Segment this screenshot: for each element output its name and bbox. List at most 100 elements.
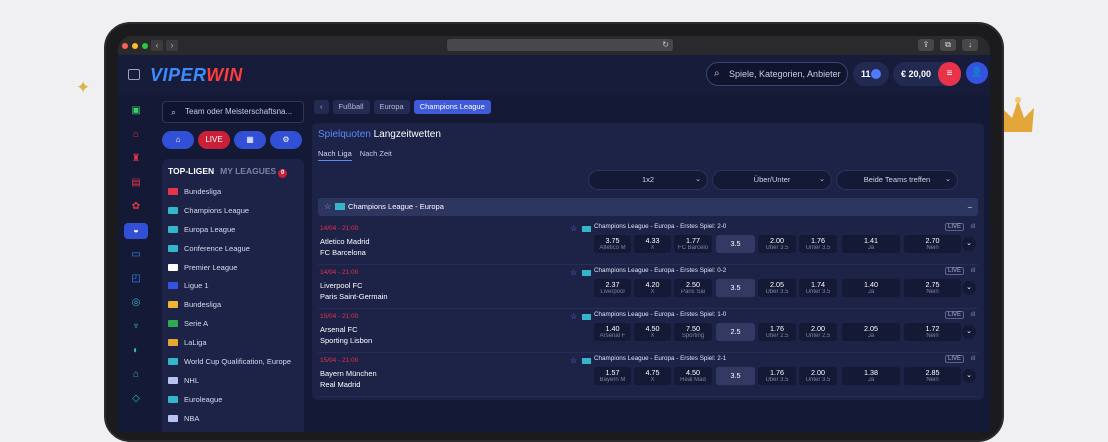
collapse-icon[interactable]: – [968,198,972,216]
sports-home-button[interactable]: ⌂ [162,131,194,149]
back-button[interactable]: ‹ [314,100,329,114]
odds-button[interactable]: 2.05 Ja [842,323,900,341]
odds-button[interactable]: 2.00 Unter 3.5 [799,367,837,385]
sidebar-league-item[interactable]: NHL [162,371,304,390]
line-selector[interactable]: 3.5 [716,235,755,253]
odds-button[interactable]: 1.40 Arsenal F [594,323,631,341]
notifications-button[interactable]: 11 [853,62,889,86]
line-selector[interactable]: 3.5 [716,279,755,297]
odds-button[interactable]: 4.20 X [634,279,671,297]
minimize-dot[interactable] [132,42,138,49]
racing-icon[interactable]: ◐ [128,343,144,359]
favorite-star-icon[interactable]: ☆ [570,224,577,233]
odds-button[interactable]: 2.00 Über 3.5 [758,235,796,253]
slots-icon[interactable]: ▤ [128,175,144,191]
expand-chevron-icon[interactable]: ⌄ [962,237,976,251]
close-dot[interactable] [122,42,128,49]
odds-button[interactable]: 3.75 Atletico M [594,235,631,253]
sidebar-league-item[interactable]: Serie A [162,314,304,333]
odds-button[interactable]: 1.76 Unter 3.5 [799,235,837,253]
logo[interactable]: VIPERWIN [150,65,243,86]
share-icon[interactable]: ⇪ [918,39,934,51]
target-icon[interactable]: ◎ [128,295,144,311]
odds-button[interactable]: 4.75 X [634,367,671,385]
event-row[interactable]: 14/04 - 21:00 Liverpool FC Paris Saint-Ger… [318,265,978,309]
download-icon[interactable]: ↓ [962,39,978,51]
subtab-by-time[interactable]: Nach Zeit [360,149,392,161]
event-row[interactable]: 14/04 - 21:00 Atletico Madrid FC Barcelona… [318,221,978,265]
trophy-icon[interactable]: ♆ [128,319,144,335]
dice-icon[interactable]: ✿ [128,199,144,215]
odds-button[interactable]: 4.50 X [634,323,671,341]
deposit-button[interactable]: ≡ [938,62,961,86]
odds-button[interactable]: 2.50 Paris Sai [674,279,712,297]
calendar-button[interactable]: ▦ [234,131,266,149]
sidebar-league-item[interactable]: Euroleague [162,390,304,409]
star-icon[interactable]: ☆ [324,198,331,216]
line-selector[interactable]: 2.5 [716,323,755,341]
tab-outrights[interactable]: Langzeitwetten [374,129,441,140]
expand-chevron-icon[interactable]: ⌄ [962,325,976,339]
stats-icon[interactable]: ıll [971,224,975,230]
market-select-1x2[interactable]: 1x2 ⌄ [588,170,708,190]
settings-button[interactable]: ⚙ [270,131,302,149]
odds-button[interactable]: 2.70 Nein [904,235,961,253]
event-row[interactable]: 15/04 - 21:00 Bayern München Real Madrid ☆ C… [318,353,978,397]
favorite-star-icon[interactable]: ☆ [570,268,577,277]
sidebar-league-item[interactable]: World Cup Qualification, Europe [162,352,304,371]
expand-chevron-icon[interactable]: ⌄ [962,281,976,295]
sidebar-league-item[interactable]: Bundesliga [162,295,304,314]
live-button[interactable]: LIVE [198,131,230,149]
tab-my-leagues[interactable]: MY LEAGUES 0 [220,166,288,178]
event-row[interactable]: 15/04 - 21:00 Arsenal FC Sporting Lisbon ☆ C… [318,309,978,353]
sidebar-league-item[interactable]: Champions League [162,201,304,220]
tab-match-odds[interactable]: Spielquoten [318,129,371,140]
stats-icon[interactable]: ıll [971,268,975,274]
reload-icon[interactable]: ↻ [662,39,669,51]
favorite-star-icon[interactable]: ☆ [570,312,577,321]
forward-icon[interactable]: › [166,40,178,51]
odds-button[interactable]: 1.77 FC Barcelo [674,235,712,253]
back-icon[interactable]: ‹ [151,40,163,51]
address-bar[interactable]: ↻ [447,39,673,51]
line-selector[interactable]: 3.5 [716,367,755,385]
odds-button[interactable]: 1.76 Über 2.5 [758,323,796,341]
esports-icon[interactable]: ◰ [128,271,144,287]
odds-button[interactable]: 7.50 Sporting [674,323,712,341]
sidebar-league-item[interactable]: Europa League [162,220,304,239]
vip-icon[interactable]: ◇ [128,391,144,407]
sidebar-toggle-icon[interactable] [128,69,140,80]
stats-icon[interactable]: ıll [971,312,975,318]
casino-icon[interactable]: ♜ [128,151,144,167]
odds-button[interactable]: 4.33 X [634,235,671,253]
odds-button[interactable]: 1.40 Ja [842,279,900,297]
zoom-dot[interactable] [142,42,148,49]
odds-button[interactable]: 1.57 Bayern M [594,367,631,385]
lock-icon[interactable]: ⌂ [128,367,144,383]
sidebar-league-item[interactable]: Premier League [162,258,304,277]
sidebar-league-item[interactable]: NBA [162,409,304,428]
sidebar-league-item[interactable]: Conference League [162,239,304,258]
stats-icon[interactable]: ıll [971,356,975,362]
global-search[interactable]: ⌕ Spiele, Kategorien, Anbieter [706,62,848,86]
breadcrumb-football[interactable]: Fußball [332,100,370,114]
sports-icon[interactable]: ◒ [124,223,148,239]
favorite-star-icon[interactable]: ☆ [570,356,577,365]
ticket-icon[interactable]: ▭ [128,247,144,263]
gift-icon[interactable]: ▣ [128,103,144,119]
expand-chevron-icon[interactable]: ⌄ [962,369,976,383]
home-icon[interactable]: ⌂ [128,127,144,143]
tabs-icon[interactable]: ⧉ [940,39,956,51]
odds-button[interactable]: 2.00 Unter 2.5 [799,323,837,341]
odds-button[interactable]: 4.50 Real Mad [674,367,712,385]
odds-button[interactable]: 1.41 Ja [842,235,900,253]
league-group-header[interactable]: ☆ Champions League - Europa – [318,198,978,216]
sidebar-league-item[interactable]: Bundesliga [162,182,304,201]
market-select-over-under[interactable]: Über/Unter ⌄ [712,170,832,190]
sidebar-league-item[interactable]: LaLiga [162,333,304,352]
odds-button[interactable]: 2.05 Über 3.5 [758,279,796,297]
odds-button[interactable]: 2.37 Liverpool [594,279,631,297]
sidebar-league-item[interactable]: Ligue 1 [162,276,304,295]
breadcrumb-europe[interactable]: Europa [373,100,410,114]
subtab-by-league[interactable]: Nach Liga [318,149,352,161]
